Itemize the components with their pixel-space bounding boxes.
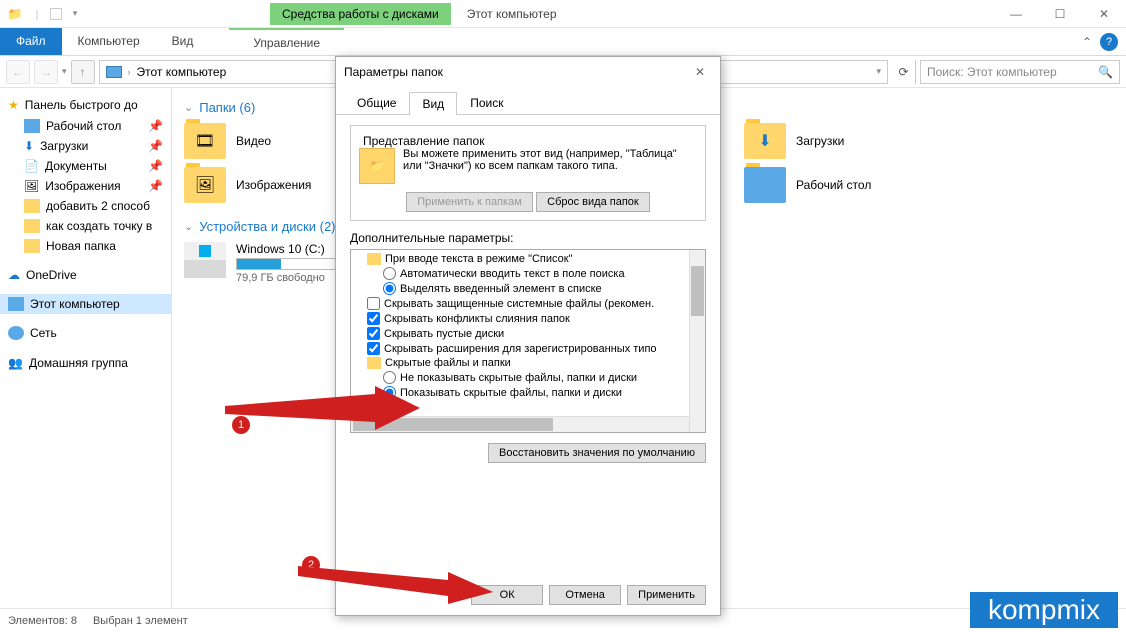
folder-downloads[interactable]: ⬇Загрузки (744, 123, 944, 159)
ribbon-tab-computer[interactable]: Компьютер (62, 28, 156, 55)
star-icon: ★ (8, 98, 19, 112)
search-input[interactable]: Поиск: Этот компьютер 🔍 (920, 60, 1120, 84)
folder-icon: ⬇ (744, 123, 786, 159)
sidebar-this-pc[interactable]: Этот компьютер (0, 294, 171, 314)
address-dropdown-icon[interactable]: ▾ (876, 66, 881, 77)
drive-icon (184, 242, 226, 278)
restore-defaults-button[interactable]: Восстановить значения по умолчанию (488, 443, 706, 463)
qat-sep: | (28, 5, 46, 23)
sidebar-item-folder3[interactable]: Новая папка (0, 236, 171, 256)
folder-icon (24, 219, 40, 233)
radio-select-item[interactable] (383, 282, 396, 295)
folder-options-dialog: Параметры папок ✕ Общие Вид Поиск Предст… (335, 56, 721, 616)
ribbon: Файл Компьютер Вид Управление ⌃ ? (0, 28, 1126, 56)
check-hide-ext[interactable] (367, 342, 380, 355)
radio-dont-show-hidden[interactable] (383, 371, 396, 384)
onedrive-icon: ☁ (8, 268, 20, 282)
network-icon (8, 326, 24, 340)
nav-up-button[interactable]: ↑ (71, 60, 95, 84)
pc-icon (8, 297, 24, 311)
ribbon-collapse-icon[interactable]: ⌃ (1082, 35, 1092, 49)
ribbon-file-tab[interactable]: Файл (0, 28, 62, 55)
watermark: kompmix (970, 592, 1118, 628)
reset-folders-button[interactable]: Сброс вида папок (536, 192, 650, 212)
sidebar-item-folder1[interactable]: добавить 2 способ (0, 196, 171, 216)
qat-properties-icon[interactable] (50, 8, 62, 20)
apply-to-folders-button[interactable]: Применить к папкам (406, 192, 533, 212)
folder-views-text: Вы можете применить этот вид (например, … (403, 148, 697, 184)
nav-recent-dropdown[interactable]: ▾ (62, 66, 67, 77)
folder-icon (24, 199, 40, 213)
ribbon-tab-manage[interactable]: Управление (229, 28, 344, 55)
address-text: Этот компьютер (137, 65, 227, 79)
sidebar-item-desktop[interactable]: Рабочий стол📌 (0, 116, 171, 136)
sidebar-onedrive[interactable]: ☁OneDrive (0, 264, 171, 286)
address-chevron-icon: › (128, 67, 131, 77)
radio-auto-search[interactable] (383, 267, 396, 280)
titlebar: 📁 | ▾ Средства работы с дисками Этот ком… (0, 0, 1126, 28)
help-icon[interactable]: ? (1100, 33, 1118, 51)
sidebar-item-folder2[interactable]: как создать точку в (0, 216, 171, 236)
annotation-arrow-1 (225, 386, 425, 436)
apply-button[interactable]: Применить (627, 585, 706, 605)
folder-views-icon: 📁 (359, 148, 395, 184)
search-icon: 🔍 (1098, 65, 1113, 79)
folder-icon: 🖼 (184, 167, 226, 203)
ribbon-tab-view[interactable]: Вид (156, 28, 210, 55)
sidebar-item-pictures[interactable]: 🖼Изображения📌 (0, 176, 171, 196)
sidebar-item-documents[interactable]: 📄Документы📌 (0, 156, 171, 176)
maximize-button[interactable]: ☐ (1038, 0, 1082, 28)
folder-icon (24, 239, 40, 253)
refresh-button[interactable]: ⟳ (892, 60, 916, 84)
folder-icon (367, 253, 381, 265)
homegroup-icon: 👥 (8, 356, 23, 370)
dialog-tab-general[interactable]: Общие (344, 91, 409, 114)
annotation-arrow-2 (298, 554, 498, 604)
minimize-button[interactable]: — (994, 0, 1038, 28)
sidebar-homegroup[interactable]: 👥Домашняя группа (0, 352, 171, 374)
qat-dropdown-icon[interactable]: ▾ (66, 5, 84, 23)
nav-pane: ★Панель быстрого до Рабочий стол📌 ⬇Загру… (0, 88, 172, 608)
desktop-icon (24, 119, 40, 133)
nav-back-button[interactable]: ← (6, 60, 30, 84)
folder-views-group: Представление папок 📁 Вы можете применит… (350, 125, 706, 221)
dialog-tab-search[interactable]: Поиск (457, 91, 516, 114)
pictures-icon: 🖼 (24, 179, 39, 193)
close-button[interactable]: ✕ (1082, 0, 1126, 28)
pc-icon (106, 66, 122, 78)
dialog-tabs: Общие Вид Поиск (336, 91, 720, 115)
tree-vscrollbar[interactable] (689, 250, 705, 432)
window-title: Этот компьютер (451, 3, 573, 25)
dialog-title: Параметры папок (344, 65, 443, 79)
nav-forward-button[interactable]: → (34, 60, 58, 84)
dialog-tab-view[interactable]: Вид (409, 92, 457, 115)
folder-icon: 🎞 (184, 123, 226, 159)
documents-icon: 📄 (24, 159, 39, 173)
check-hide-empty[interactable] (367, 327, 380, 340)
folder-desktop[interactable]: Рабочий стол (744, 167, 944, 203)
advanced-settings-label: Дополнительные параметры: (350, 231, 706, 245)
search-placeholder: Поиск: Этот компьютер (927, 65, 1057, 79)
sidebar-item-downloads[interactable]: ⬇Загрузки📌 (0, 136, 171, 156)
status-selected: Выбран 1 элемент (93, 615, 188, 627)
downloads-icon: ⬇ (24, 139, 34, 153)
dialog-close-button[interactable]: ✕ (688, 62, 712, 82)
cancel-button[interactable]: Отмена (549, 585, 621, 605)
sidebar-quick-access[interactable]: ★Панель быстрого до (0, 94, 171, 116)
ribbon-context-group: Средства работы с дисками (270, 3, 451, 25)
folder-icon (367, 357, 381, 369)
explorer-icon: 📁 (6, 5, 24, 23)
status-elements: Элементов: 8 (8, 615, 77, 627)
folder-icon (744, 167, 786, 203)
folder-views-legend: Представление папок (359, 134, 488, 148)
sidebar-network[interactable]: Сеть (0, 322, 171, 344)
check-hide-protected[interactable] (367, 297, 380, 310)
check-hide-merge[interactable] (367, 312, 380, 325)
